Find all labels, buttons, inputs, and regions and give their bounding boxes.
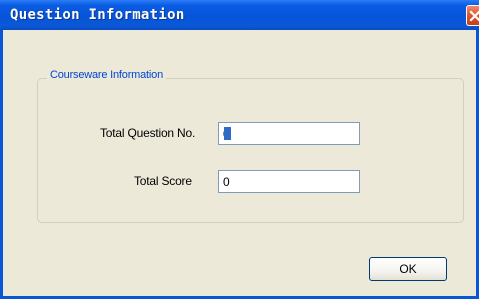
window-title: Question Information [10, 7, 185, 23]
text-selection-highlight [224, 127, 231, 140]
total-score-label: Total Score [134, 174, 192, 188]
groupbox-legend: Courseware Information [47, 69, 166, 81]
total-question-input[interactable] [218, 122, 360, 145]
close-button[interactable] [466, 5, 479, 26]
courseware-info-groupbox [37, 78, 464, 223]
ok-button[interactable]: OK [369, 257, 447, 281]
total-question-label: Total Question No. [100, 126, 196, 140]
total-score-input[interactable] [218, 170, 360, 193]
close-x-icon [469, 10, 479, 22]
dialog-window: Question Information Courseware Informat… [0, 0, 479, 299]
title-bar[interactable]: Question Information [0, 0, 479, 30]
